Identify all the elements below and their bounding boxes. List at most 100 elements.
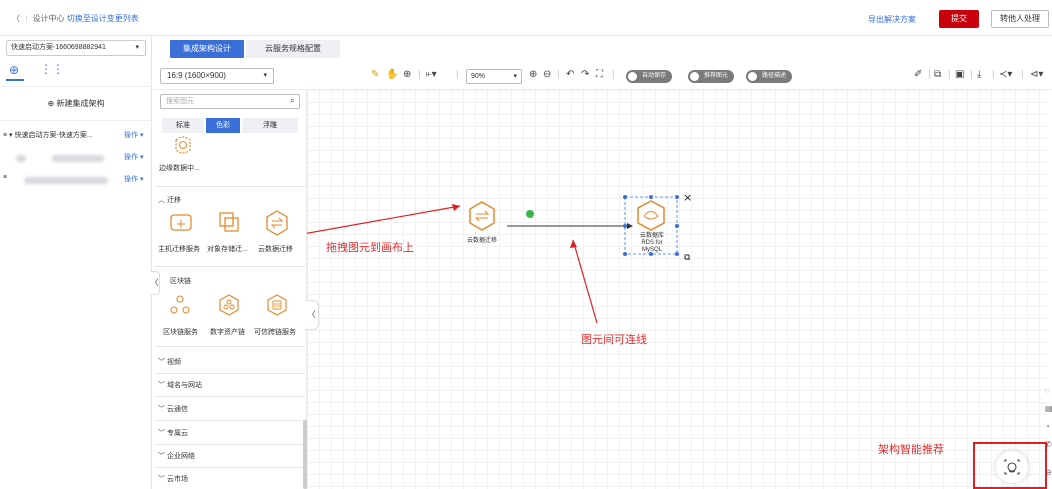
- connector-arrowhead: [627, 223, 633, 229]
- section-domain-website[interactable]: ﹀ 域名与网站: [158, 380, 202, 390]
- divider: [155, 396, 305, 397]
- style-tab-standard[interactable]: 标准: [162, 118, 204, 133]
- path-description-toggle[interactable]: 路径描述: [746, 70, 793, 83]
- chevron-down-icon: ▾: [135, 44, 139, 51]
- tree-row-label: ≡ ▾ 快速启动方案-快速方案...: [3, 132, 93, 139]
- save-icon[interactable]: ▣: [955, 69, 964, 80]
- section-dedicated-cloud[interactable]: ﹀ 专属云: [158, 428, 188, 438]
- digital-asset-chain-icon[interactable]: [217, 293, 241, 317]
- tab-integration-design[interactable]: 集成架构设计: [170, 40, 244, 58]
- trusted-cross-chain-icon[interactable]: [265, 293, 289, 317]
- style-tab-color[interactable]: 色彩: [206, 118, 240, 133]
- doc-icon[interactable]: ▤: [1045, 404, 1052, 413]
- section-cloud-comm[interactable]: ﹀ 云通信: [158, 404, 188, 414]
- feedback-icon[interactable]: ◌: [1045, 386, 1050, 395]
- divider: [155, 266, 305, 267]
- style-tab-emboss[interactable]: 浮雕: [242, 118, 298, 133]
- check-icon[interactable]: ◔: [1045, 422, 1050, 431]
- tree-row-actions[interactable]: 操作 ▾: [124, 174, 143, 184]
- separator: |: [992, 69, 995, 80]
- more-icon[interactable]: ⊲▾: [1030, 69, 1043, 80]
- preview-icon[interactable]: ⧉: [934, 69, 941, 80]
- zoom-select[interactable]: 90% ▾: [466, 69, 522, 84]
- hand-icon[interactable]: ✋: [386, 69, 398, 80]
- cloud-data-migration-label: 云数据迁移: [258, 246, 293, 253]
- redo-icon[interactable]: ↷: [581, 69, 589, 80]
- divider: [155, 186, 305, 187]
- tree-row-label: ≡: [3, 174, 8, 181]
- node-rds-mysql: [637, 200, 665, 231]
- close-icon: ×: [683, 191, 692, 204]
- recommend-elements-toggle[interactable]: 推荐图元: [688, 70, 735, 83]
- breadcrumb-parent[interactable]: 设计中心: [33, 14, 65, 23]
- chevron-left-icon[interactable]: 〈: [12, 14, 20, 23]
- edit-icon[interactable]: ✐: [914, 69, 922, 80]
- autosave-toggle[interactable]: 自动保存: [626, 70, 673, 83]
- tree-row[interactable]: ≡ ▾ 快速启动方案-快速方案... 操作 ▾: [0, 130, 152, 144]
- hierarchy-icon[interactable]: ⋮⋮: [40, 62, 64, 76]
- section-enterprise-network[interactable]: ﹀ 企业网络: [158, 451, 195, 461]
- search-placeholder: 搜索图元: [166, 98, 194, 105]
- divider: [155, 373, 305, 374]
- annotation-drag-elements: 拖拽图元到画布上: [326, 241, 414, 254]
- share-icon[interactable]: ≺▾: [999, 69, 1012, 80]
- transfer-button[interactable]: 转他人处理: [991, 10, 1049, 28]
- object-storage-migration-icon[interactable]: [217, 210, 241, 234]
- section-migration[interactable]: ︿ 迁移: [158, 195, 181, 205]
- edge-data-center-label: 边缘数据中...: [159, 165, 200, 172]
- fit-screen-icon[interactable]: ⛶: [596, 69, 603, 80]
- separator: |: [948, 69, 951, 80]
- scheme-select[interactable]: 快速启动方案-1660698882941 ▾: [6, 40, 146, 56]
- active-view-indicator: [6, 79, 24, 81]
- new-architecture-button[interactable]: ⊕ 新建集成架构: [0, 98, 152, 109]
- edge-data-center-icon[interactable]: [172, 136, 194, 156]
- export-solution-link[interactable]: 导出解决方案: [868, 14, 916, 25]
- zoom-in-icon[interactable]: ⊕: [529, 69, 537, 80]
- annotation-arrow-drag: [307, 205, 461, 234]
- tree-row-actions[interactable]: 操作 ▾: [124, 130, 143, 140]
- tree-row[interactable]: 操作 ▾: [0, 152, 152, 166]
- tree-row[interactable]: ≡ 操作 ▾: [0, 174, 152, 188]
- collapse-left-panel-button[interactable]: 〈: [150, 271, 160, 295]
- scheme-select-value: 快速启动方案-1660698882941: [11, 44, 106, 51]
- blockchain-service-icon[interactable]: [169, 294, 191, 316]
- object-storage-migration-label: 对象存储迁...: [207, 246, 248, 253]
- section-video[interactable]: ﹀ 视频: [158, 357, 181, 367]
- node-cloud-data-migration: [469, 201, 495, 231]
- trusted-cross-chain-label: 可信跨链服务: [254, 329, 296, 336]
- switch-to-change-list-link[interactable]: 切换至设计变更列表: [67, 14, 139, 23]
- top-bar: 〈 | 设计中心 切换至设计变更列表 导出解决方案 提交 转他人处理: [0, 0, 1052, 36]
- element-search-input[interactable]: 搜索图元 ⌕: [160, 94, 300, 109]
- recommend-elements-label: 推荐图元: [704, 73, 729, 79]
- tab-cloud-spec-config[interactable]: 云服务规格配置: [246, 40, 340, 58]
- section-cloud-market[interactable]: ﹀ 云市场: [158, 474, 188, 484]
- chevron-down-icon: ▾: [263, 72, 267, 79]
- divider: [0, 120, 152, 121]
- search-icon[interactable]: ⌕: [290, 94, 295, 107]
- separator: |: [456, 69, 459, 80]
- smart-recommend-button[interactable]: [996, 451, 1028, 483]
- brush-icon[interactable]: ✎: [371, 69, 379, 80]
- align-icon[interactable]: ⫦▾: [426, 69, 437, 80]
- canvas-ratio-value: 16:9 (1600×900): [167, 71, 226, 80]
- canvas-ratio-select[interactable]: 16:9 (1600×900) ▾: [160, 68, 274, 84]
- node-b-label: 云数据库 RDS for MySQL: [637, 233, 667, 254]
- move-icon[interactable]: ⊕: [403, 69, 411, 80]
- undo-icon[interactable]: ↶: [566, 69, 574, 80]
- node-b-label-line: RDS for: [641, 240, 663, 246]
- redacted-text: [52, 155, 104, 162]
- submit-button[interactable]: 提交: [939, 10, 979, 28]
- left-panel: 快速启动方案-1660698882941 ▾ ⊕ ⋮⋮ ⊕ 新建集成架构 ≡ ▾…: [0, 36, 152, 489]
- breadcrumb: 〈 | 设计中心 切换至设计变更列表: [12, 14, 139, 23]
- tree-row-actions[interactable]: 操作 ▾: [124, 152, 143, 162]
- download-icon[interactable]: ⤓: [977, 69, 981, 80]
- host-migration-icon[interactable]: [169, 211, 193, 233]
- architecture-tree-icon[interactable]: ⊕: [9, 63, 19, 77]
- zoom-out-icon[interactable]: ⊖: [543, 69, 551, 80]
- section-blockchain[interactable]: 区块链: [170, 276, 191, 286]
- annotation-connect-elements: 图元间可连线: [581, 333, 647, 346]
- host-migration-label: 主机迁移服务: [158, 246, 200, 253]
- divider: [155, 467, 305, 468]
- smart-recommend-icon: [1004, 459, 1020, 475]
- cloud-data-migration-icon[interactable]: [264, 209, 290, 237]
